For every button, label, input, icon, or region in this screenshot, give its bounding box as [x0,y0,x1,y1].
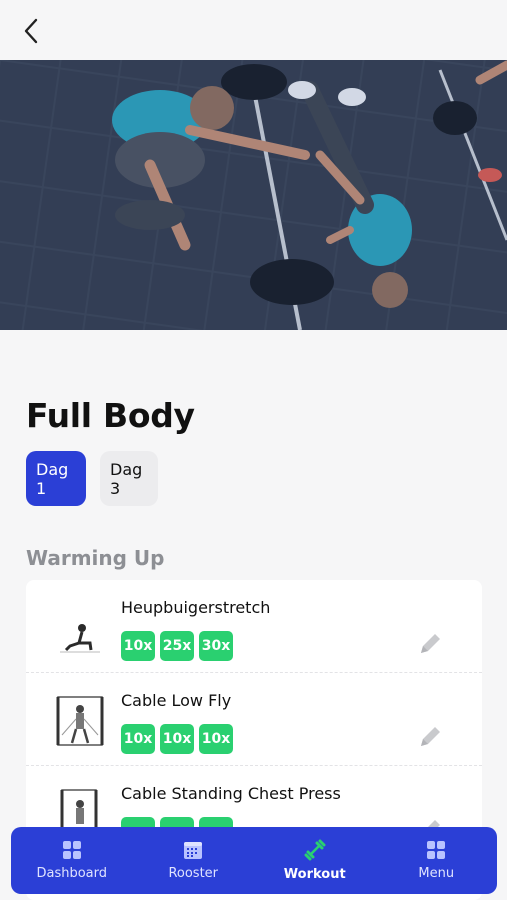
grid-icon [427,841,446,859]
day-selector: Dag 1 Dag 3 [26,451,158,506]
grid-icon [62,841,81,859]
rep-badge: 30x [199,631,233,661]
section-title: Warming Up [26,546,165,570]
nav-label: Menu [418,866,455,881]
pencil-icon [421,727,440,746]
top-bar [0,0,507,60]
bottom-nav: Dashboard Rooster Workout Menu [11,827,497,894]
exercise-name: Heupbuigerstretch [121,598,271,617]
calendar-icon [184,842,203,859]
edit-button[interactable] [414,628,446,660]
rep-badge: 10x [160,724,194,754]
rep-badge: 10x [199,724,233,754]
back-button[interactable] [14,14,48,48]
day-chip-3[interactable]: Dag 3 [100,451,158,506]
lunge-stretch-thumbnail [60,624,100,653]
chevron-left-icon [24,18,38,44]
day-chip-1[interactable]: Dag 1 [26,451,86,506]
nav-workout[interactable]: Workout [260,827,370,894]
nav-label: Rooster [168,866,219,881]
nav-menu[interactable]: Menu [381,827,491,894]
crossfit-barbell-photo [0,60,507,330]
rep-badge: 10x [121,631,155,661]
rep-badge: 25x [160,631,194,661]
rep-badges: 10x 10x 10x [121,724,233,754]
cable-machine-thumbnail [56,696,104,746]
rep-badge: 10x [121,724,155,754]
exercise-row[interactable]: Cable Low Fly 10x 10x 10x [26,673,482,766]
exercise-row[interactable]: Heupbuigerstretch 10x 25x 30x [26,580,482,673]
nav-label: Dashboard [36,866,108,881]
exercise-name: Cable Low Fly [121,691,232,710]
nav-rooster[interactable]: Rooster [138,827,248,894]
nav-dashboard[interactable]: Dashboard [17,827,127,894]
nav-label: Workout [283,867,346,882]
dumbbell-icon [304,839,326,861]
pencil-icon [421,634,440,653]
edit-button[interactable] [414,721,446,753]
hero-image [0,60,507,330]
rep-badges: 10x 25x 30x [121,631,233,661]
workout-title: Full Body [26,396,195,435]
exercise-name: Cable Standing Chest Press [121,784,341,803]
